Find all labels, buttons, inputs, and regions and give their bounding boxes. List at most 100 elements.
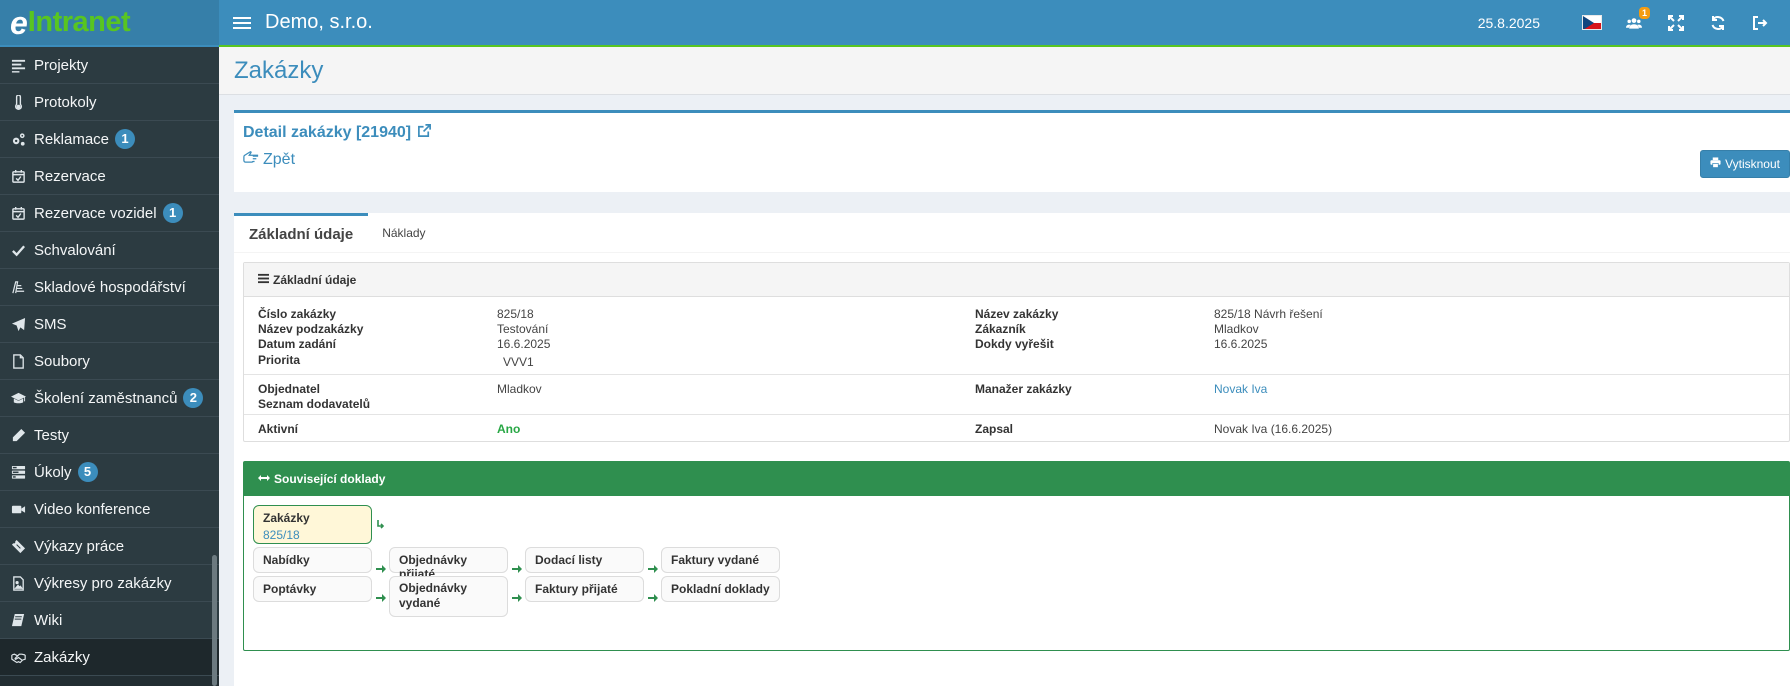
video-camera-icon — [10, 501, 26, 517]
count-badge: 5 — [77, 462, 98, 482]
menu-toggle-icon[interactable] — [233, 16, 251, 29]
sidebar-item-projekty[interactable]: Projekty — [0, 47, 219, 84]
sidebar-nav: Projekty Protokoly Reklamace 1 Rezervace Reze… — [0, 47, 219, 676]
company-name: Demo, s.r.o. — [265, 11, 373, 33]
page-title: Zakázky — [219, 47, 1790, 95]
sidebar-item-skoleni-zamestnancu[interactable]: Školení zaměstnanců 2 — [0, 380, 219, 417]
sidebar-item-label: Skladové hospodářství — [34, 278, 186, 296]
doc-node-delivery-notes[interactable]: Dodací listy — [525, 547, 644, 573]
field-label-order-number: Číslo zakázky — [258, 307, 337, 321]
basic-info-heading-text: Základní údaje — [273, 272, 357, 287]
doc-node-current-number[interactable]: 825/18 — [263, 528, 362, 542]
calendar-check-icon — [10, 168, 26, 184]
sidebar-item-label: Wiki — [34, 611, 63, 629]
tab-costs[interactable]: Náklady — [368, 213, 439, 252]
field-label-order-manager: Manažer zakázky — [975, 382, 1072, 396]
sidebar-item-protokoly[interactable]: Protokoly — [0, 84, 219, 121]
doc-node-current[interactable]: Zakázky 825/18 — [253, 505, 372, 544]
field-value-suborder-name: Testování — [497, 322, 549, 336]
arrow-right-icon — [375, 562, 387, 574]
field-label-active: Aktivní — [258, 422, 299, 436]
sidebar-item-zakazky[interactable]: Zakázky — [0, 639, 219, 676]
back-link[interactable]: Zpět — [243, 150, 295, 169]
sidebar-item-sms[interactable]: SMS — [0, 306, 219, 343]
sidebar-item-rezervace[interactable]: Rezervace — [0, 158, 219, 195]
file-icon — [10, 353, 26, 369]
sidebar-item-label: Rezervace vozidel — [34, 204, 157, 222]
sidebar-item-label: Výkazy práce — [34, 537, 125, 555]
hand-pointing-left-icon — [243, 150, 259, 169]
field-label-suborder-name: Název podzakázky — [258, 322, 364, 336]
pencil-icon — [10, 427, 26, 443]
related-documents-heading-text: Související doklady — [274, 472, 386, 486]
sidebar-item-label: Úkoly — [34, 463, 72, 481]
sidebar-item-label: Výkresy pro zakázky — [34, 574, 172, 592]
print-button[interactable]: Vytisknout — [1700, 150, 1790, 178]
image-file-icon — [10, 575, 26, 591]
sidebar-item-vykresy-pro-zakazky[interactable]: Výkresy pro zakázky — [0, 565, 219, 602]
handshake-icon — [10, 649, 26, 665]
doc-node-cash-documents[interactable]: Pokladní doklady — [661, 576, 780, 602]
doc-node-invoices-received[interactable]: Faktury přijaté — [525, 576, 644, 602]
sidebar: e Intranet Projekty Protokoly Reklamace 1 Re… — [0, 0, 219, 686]
sidebar-item-label: Reklamace — [34, 130, 110, 148]
field-label-orderer: Objednatel — [258, 382, 321, 396]
related-documents-heading: Související doklady — [244, 462, 1789, 496]
detail-box: Detail zakázky [21940] Zpět Vytisknout — [234, 110, 1790, 192]
doc-node-invoices-issued[interactable]: Faktury vydané — [661, 547, 780, 573]
logout-icon[interactable] — [1750, 13, 1770, 33]
thermometer-icon — [10, 94, 26, 110]
print-icon — [1710, 157, 1721, 171]
align-left-icon — [10, 57, 26, 73]
arrow-right-icon — [511, 591, 523, 603]
sidebar-item-rezervace-vozidel[interactable]: Rezervace vozidel 1 — [0, 195, 219, 232]
sidebar-item-label: Rezervace — [34, 167, 106, 185]
sidebar-item-label: Soubory — [34, 352, 90, 370]
external-link-icon[interactable] — [417, 123, 432, 143]
calendar-check-icon — [10, 205, 26, 221]
fullscreen-icon[interactable] — [1666, 13, 1686, 33]
doc-node-inquiries[interactable]: Poptávky — [253, 576, 372, 602]
sidebar-item-skladove-hospodarstvi[interactable]: Skladové hospodářství — [0, 269, 219, 306]
field-label-supplier-list: Seznam dodavatelů — [258, 397, 371, 411]
field-label-assigned-date: Datum zadání — [258, 337, 337, 351]
czech-flag-icon[interactable] — [1582, 13, 1602, 33]
print-label: Vytisknout — [1725, 157, 1780, 171]
field-value-recorded-by: Novak Iva (16.6.2025) — [1214, 422, 1333, 436]
users-icon[interactable]: 1 — [1624, 6, 1650, 33]
doc-node-current-label: Zakázky — [263, 511, 310, 525]
detail-title[interactable]: Detail zakázky [21940] — [243, 123, 432, 143]
users-badge: 1 — [1638, 6, 1650, 19]
tab-basic-info[interactable]: Základní údaje — [234, 213, 369, 252]
main-content: Zakázky Detail zakázky [21940] Zpět Vyti… — [219, 47, 1790, 686]
field-label-recorded-by: Zapsal — [975, 422, 1014, 436]
arrow-right-icon — [375, 591, 387, 603]
arrow-right-icon — [511, 562, 523, 574]
doc-node-orders-received[interactable]: Objednávky přijaté — [389, 547, 508, 581]
sidebar-item-testy[interactable]: Testy — [0, 417, 219, 454]
doc-node-offers[interactable]: Nabídky — [253, 547, 372, 573]
count-badge: 2 — [183, 388, 204, 408]
logo[interactable]: e Intranet — [0, 0, 219, 47]
basic-info-panel: Základní údaje Číslo zakázky 825/18 Náze… — [243, 262, 1790, 442]
sidebar-item-ukoly[interactable]: Úkoly 5 — [0, 454, 219, 491]
sidebar-item-reklamace[interactable]: Reklamace 1 — [0, 121, 219, 158]
back-label: Zpět — [263, 150, 296, 168]
field-value-customer: Mladkov — [1214, 322, 1259, 336]
field-value-due-date: 16.6.2025 — [1214, 337, 1268, 351]
sidebar-scrollbar[interactable] — [212, 555, 217, 686]
sidebar-item-wiki[interactable]: Wiki — [0, 602, 219, 639]
field-value-order-manager[interactable]: Novak Iva — [1214, 382, 1267, 396]
related-documents-panel: Související doklady Zakázky 825/18 Nabíd… — [243, 461, 1790, 651]
doc-node-orders-issued[interactable]: Objednávky vydané — [389, 576, 508, 617]
sidebar-item-video-konference[interactable]: Video konference — [0, 491, 219, 528]
sidebar-item-label: Zakázky — [34, 648, 90, 666]
refresh-icon[interactable] — [1708, 13, 1728, 33]
sidebar-item-schvalovani[interactable]: Schvalování — [0, 232, 219, 269]
sidebar-item-soubory[interactable]: Soubory — [0, 343, 219, 380]
count-badge: 1 — [162, 203, 183, 223]
field-label-customer: Zákazník — [975, 322, 1026, 336]
app: e Intranet Projekty Protokoly Reklamace 1 Re… — [0, 0, 1790, 686]
sidebar-item-vykazy-prace[interactable]: Výkazy práce — [0, 528, 219, 565]
sidebar-item-label: Protokoly — [34, 93, 97, 111]
